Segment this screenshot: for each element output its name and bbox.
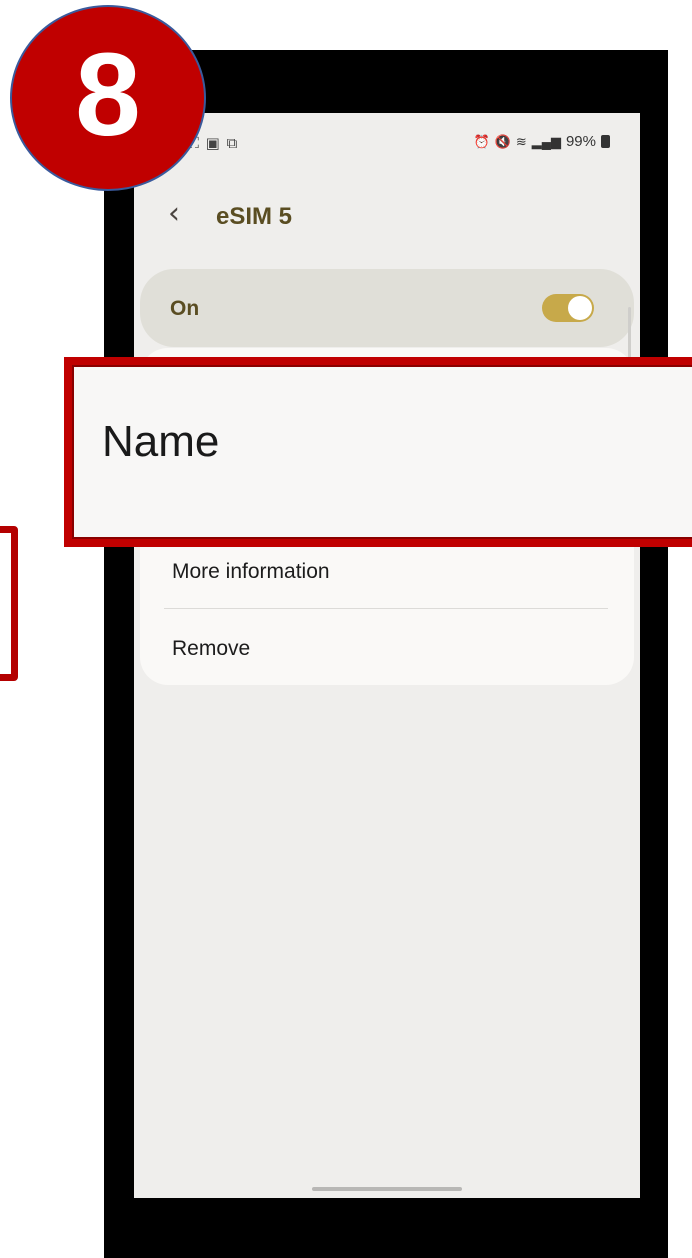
battery-icon	[601, 135, 610, 148]
step-badge: 8	[10, 5, 206, 191]
toggle-knob	[568, 296, 592, 320]
status-bar: 8 ⛶ ▣ ⧉ ⏰ 🔇 ≋ ▂▄▆ 99%	[134, 113, 640, 155]
divider	[164, 608, 608, 609]
name-item-label: Name	[102, 417, 220, 466]
more-information-item[interactable]: More information	[172, 560, 330, 584]
wifi-icon: ≋	[515, 133, 527, 149]
sim-toggle-switch[interactable]	[542, 294, 594, 322]
screen-record-icon: ⧉	[226, 134, 239, 152]
signal-icon: ▂▄▆	[531, 133, 561, 149]
header: ‹ eSIM 5	[134, 193, 640, 249]
mute-icon: 🔇	[494, 133, 511, 149]
sim-toggle-row[interactable]: On	[140, 269, 634, 347]
phone-screen: 8 ⛶ ▣ ⧉ ⏰ 🔇 ≋ ▂▄▆ 99% ‹ eSIM 5	[134, 113, 640, 1198]
battery-percent: 99%	[565, 133, 596, 150]
remove-item[interactable]: Remove	[172, 637, 250, 661]
toggle-label: On	[170, 297, 200, 320]
tutorial-canvas: 8 ⛶ ▣ ⧉ ⏰ 🔇 ≋ ▂▄▆ 99% ‹ eSIM 5	[0, 0, 692, 1258]
phone-frame: 8 ⛶ ▣ ⧉ ⏰ 🔇 ≋ ▂▄▆ 99% ‹ eSIM 5	[104, 50, 668, 1258]
image-icon: ▣	[205, 134, 221, 152]
step-number: 8	[75, 29, 141, 161]
alarm-icon: ⏰	[473, 133, 490, 149]
home-indicator[interactable]	[312, 1187, 462, 1191]
name-item-highlight[interactable]: Name	[64, 357, 692, 547]
status-right: ⏰ 🔇 ≋ ▂▄▆ 99%	[473, 133, 610, 150]
chevron-left-icon[interactable]: ‹	[168, 199, 180, 229]
scrollbar[interactable]	[628, 307, 631, 362]
partial-highlight-box	[0, 526, 18, 681]
page-title: eSIM 5	[216, 203, 293, 230]
